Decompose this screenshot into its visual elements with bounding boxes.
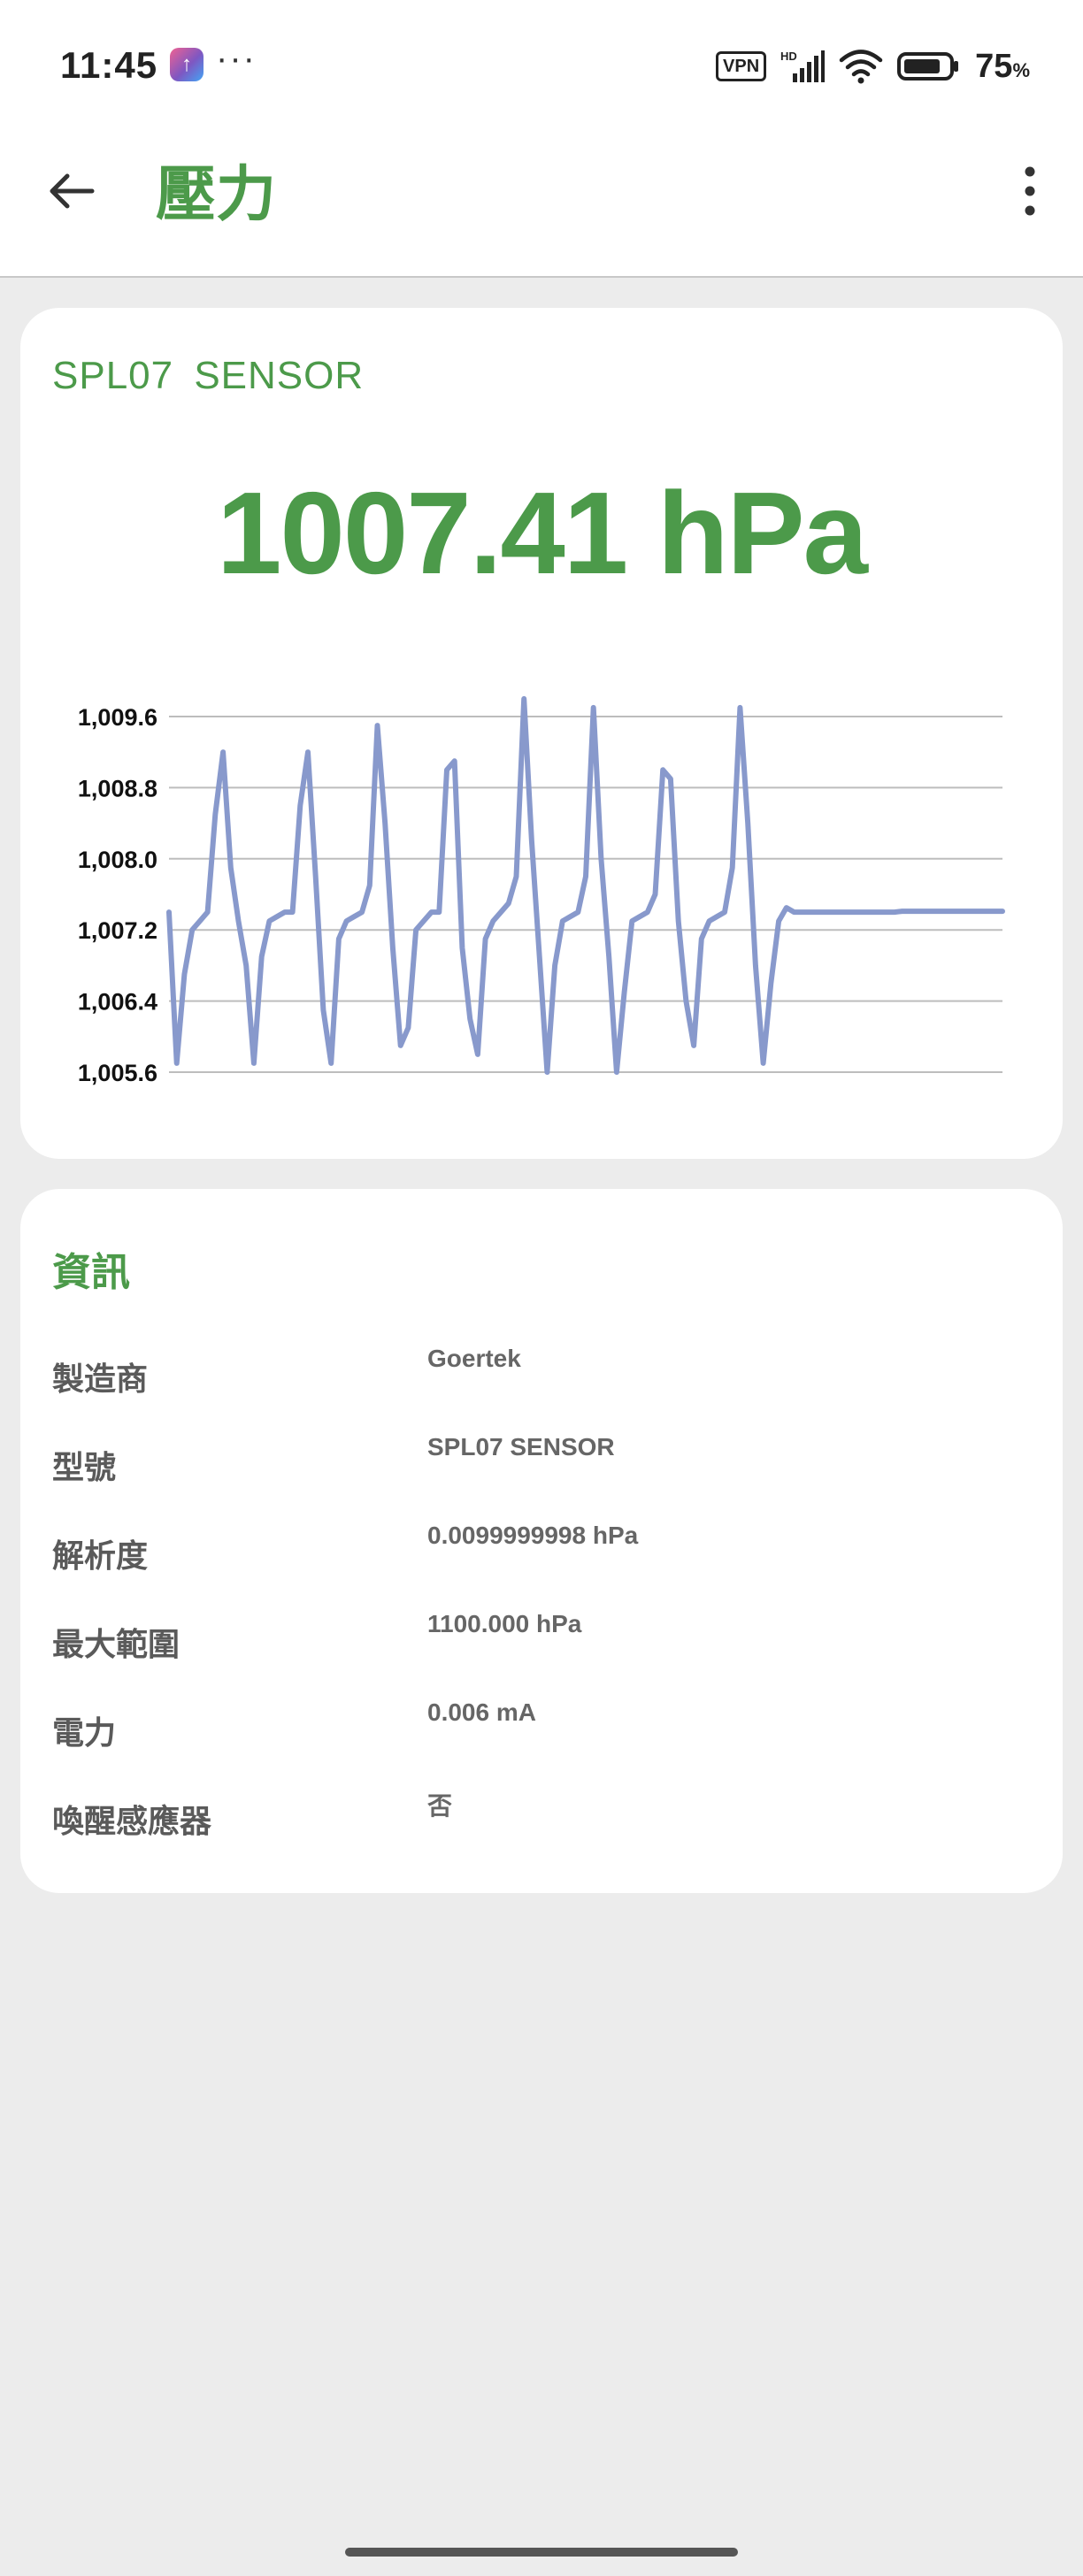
hd-signal-icon: HD [780, 50, 826, 82]
wifi-icon [839, 50, 883, 84]
info-label: 電力 [52, 1714, 117, 1751]
info-value: 0.006 mA [427, 1698, 536, 1726]
info-value: 否 [427, 1792, 453, 1820]
vpn-icon: VPN [716, 51, 767, 81]
info-value: Goertek [427, 1345, 521, 1372]
pressure-chart: 1,009.6 1,008.8 1,008.0 1,007.2 1,006.4 1,005… [78, 695, 1005, 1086]
info-row-wakeup-sensor: 喚醒感應器 否 [52, 1787, 1025, 1849]
status-icons: VPN HD 75% [716, 46, 1030, 87]
app-bar: 壓力 [0, 133, 1083, 278]
pressure-reading: 1007.41 hPa [217, 468, 868, 598]
back-button[interactable] [41, 159, 104, 223]
chart-y-tick-label: 1,008.0 [78, 847, 157, 873]
info-row-max-range: 最大範圍 1100.000 hPa [52, 1610, 1025, 1672]
chart-y-tick-label: 1,008.8 [78, 775, 157, 801]
page-title: 壓力 [156, 161, 277, 228]
app-icon: ↑ [170, 48, 204, 81]
chart-series-line [166, 695, 1005, 1075]
overflow-menu-icon [1025, 166, 1035, 216]
info-row-resolution: 解析度 0.0099999998 hPa [52, 1522, 1025, 1583]
home-indicator[interactable] [345, 2548, 738, 2557]
info-row-model: 型號 SPL07 SENSOR [52, 1433, 1025, 1495]
battery-icon [897, 52, 959, 80]
more-notifications-indicator: ··· [216, 39, 257, 78]
info-label: 喚醒感應器 [52, 1803, 212, 1839]
info-label: 解析度 [52, 1537, 149, 1574]
overflow-menu-button[interactable] [1003, 159, 1056, 223]
info-value: SPL07 SENSOR [427, 1433, 615, 1460]
battery-percentage: 75% [975, 47, 1030, 85]
chart-y-tick-label: 1,006.4 [78, 989, 157, 1016]
info-value: 0.0099999998 hPa [427, 1522, 639, 1549]
info-value: 1100.000 hPa [427, 1610, 582, 1637]
info-card: 資訊 製造商 Goertek 型號 SPL07 SENSOR 解析度 0.009… [20, 1189, 1063, 1893]
info-row-power: 電力 0.006 mA [52, 1698, 1025, 1760]
info-title: 資訊 [52, 1251, 130, 1294]
info-label: 最大範圍 [52, 1626, 180, 1662]
chart-y-tick-label: 1,009.6 [78, 704, 157, 731]
svg-text:HD: HD [780, 50, 797, 63]
sensor-name: SPL07 SENSOR [52, 354, 365, 397]
sensor-card: SPL07 SENSOR 1007.41 hPa 1,009.6 1,008.8 1… [20, 308, 1063, 1159]
back-arrow-icon [50, 173, 95, 209]
info-row-manufacturer: 製造商 Goertek [52, 1345, 1025, 1407]
info-label: 製造商 [52, 1361, 149, 1397]
chart-y-tick-label: 1,007.2 [78, 917, 157, 944]
status-time: 11:45 [60, 44, 158, 86]
status-bar: 11:45 ↑ ··· VPN HD 75% [0, 0, 1083, 133]
chart-y-tick-label: 1,005.6 [78, 1060, 157, 1086]
info-label: 型號 [52, 1449, 117, 1485]
